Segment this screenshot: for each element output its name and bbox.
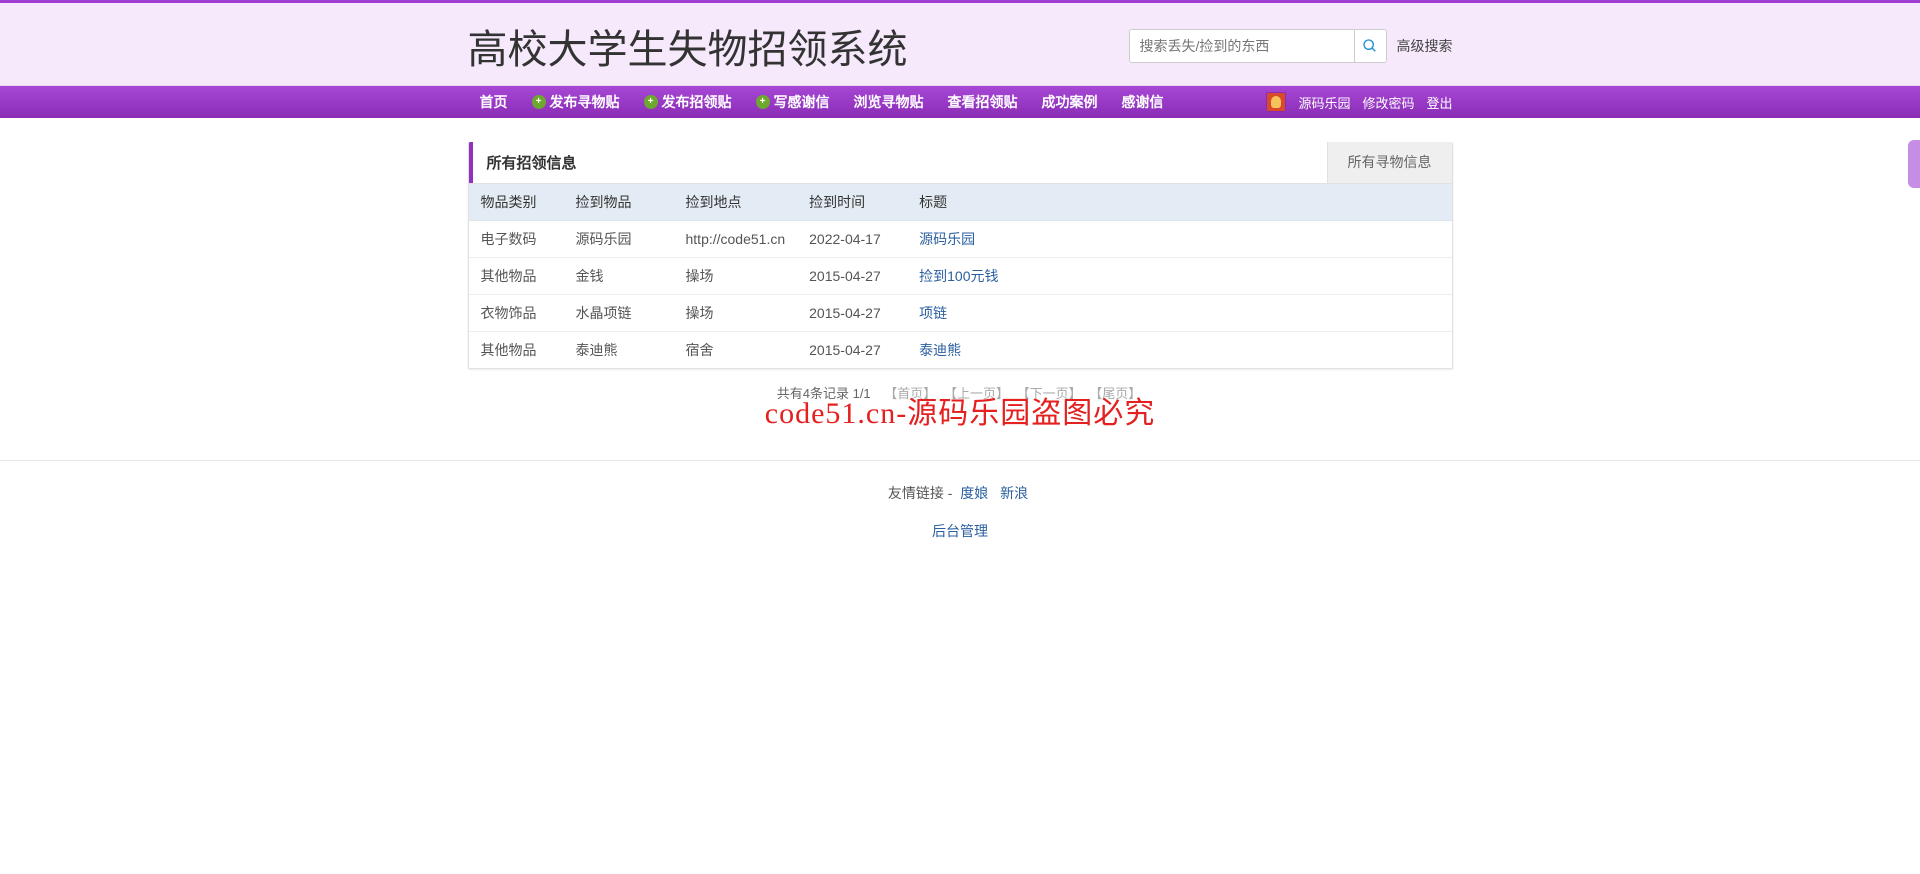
nav-label: 查看招领贴 [948,92,1018,112]
footer: 友情链接 - 度娘 新浪 后台管理 [0,461,1920,563]
found-table: 物品类别 捡到物品 捡到地点 捡到时间 标题 电子数码 源码乐园 http://… [469,184,1452,368]
footer-admin-link[interactable]: 后台管理 [932,523,988,539]
nav-browse-found[interactable]: 查看招领贴 [936,86,1030,118]
cell-item: 泰迪熊 [564,332,674,369]
nav-browse-lost[interactable]: 浏览寻物贴 [842,86,936,118]
table-row: 电子数码 源码乐园 http://code51.cn 2022-04-17 源码… [469,221,1452,258]
cell-time: 2015-04-27 [797,295,907,332]
nav-label: 发布寻物贴 [550,92,620,112]
th-title: 标题 [907,184,1451,221]
nav-post-lost[interactable]: + 发布寻物贴 [520,86,632,118]
change-password-link[interactable]: 修改密码 [1362,93,1414,112]
pagination-last[interactable]: 【尾页】 [1089,386,1141,401]
avatar [1266,92,1286,112]
cell-category: 电子数码 [469,221,564,258]
table-row: 其他物品 泰迪熊 宿舍 2015-04-27 泰迪熊 [469,332,1452,369]
cell-location: 宿舍 [674,332,798,369]
panel-tab-lost[interactable]: 所有寻物信息 [1327,142,1452,183]
site-title: 高校大学生失物招领系统 [468,17,908,75]
th-location: 捡到地点 [674,184,798,221]
search-button[interactable] [1354,30,1386,62]
search-input[interactable] [1130,30,1354,62]
nav-home[interactable]: 首页 [468,86,520,118]
pagination: 共有4条记录 1/1 【首页】 【上一页】 【下一页】 【尾页】 [468,369,1453,416]
cell-location: http://code51.cn [674,221,798,258]
nav-write-thanks[interactable]: + 写感谢信 [744,86,842,118]
cell-title-link[interactable]: 项链 [919,305,947,321]
search-group: 高级搜索 [1129,29,1453,63]
cell-title-link[interactable]: 泰迪熊 [919,342,961,358]
username-link[interactable]: 源码乐园 [1298,93,1350,112]
nav-label: 首页 [480,92,508,112]
pagination-next[interactable]: 【下一页】 [1017,386,1082,401]
table-row: 衣物饰品 水晶项链 操场 2015-04-27 项链 [469,295,1452,332]
th-item: 捡到物品 [564,184,674,221]
cell-item: 水晶项链 [564,295,674,332]
footer-link-baidu[interactable]: 度娘 [960,485,988,501]
pagination-summary: 共有4条记录 1/1 [777,386,871,401]
cell-item: 金钱 [564,258,674,295]
main-nav: 首页 +发布寻物贴 +发布招领贴 +写感谢信 浏览寻物贴 查看招领贴 成功案例 … [0,86,1920,118]
search-icon [1362,38,1378,54]
cell-title-link[interactable]: 源码乐园 [919,231,975,247]
cell-item: 源码乐园 [564,221,674,258]
cell-category: 其他物品 [469,258,564,295]
search-box [1129,29,1387,63]
nav-label: 浏览寻物贴 [854,92,924,112]
header: 高校大学生失物招领系统 高级搜索 [0,3,1920,86]
logout-link[interactable]: 登出 [1426,93,1452,112]
cell-category: 衣物饰品 [469,295,564,332]
nav-label: 写感谢信 [774,92,830,112]
cell-location: 操场 [674,258,798,295]
footer-link-sina[interactable]: 新浪 [1000,485,1028,501]
cell-category: 其他物品 [469,332,564,369]
panel-title: 所有招领信息 [469,142,1327,183]
plus-icon: + [756,95,770,109]
pagination-first[interactable]: 【首页】 [884,386,936,401]
table-row: 其他物品 金钱 操场 2015-04-27 捡到100元钱 [469,258,1452,295]
cell-title-link[interactable]: 捡到100元钱 [919,268,998,284]
footer-links-label: 友情链接 - [888,485,953,501]
nav-thanks-letters[interactable]: 感谢信 [1110,86,1176,118]
nav-post-found[interactable]: + 发布招领贴 [632,86,744,118]
th-category: 物品类别 [469,184,564,221]
cell-time: 2022-04-17 [797,221,907,258]
found-panel: 所有招领信息 所有寻物信息 物品类别 捡到物品 捡到地点 捡到时间 标题 电子数… [468,142,1453,369]
cell-location: 操场 [674,295,798,332]
right-side-handle[interactable] [1908,140,1920,188]
nav-right: 源码乐园 修改密码 登出 [1266,86,1452,118]
plus-icon: + [644,95,658,109]
nav-label: 发布招领贴 [662,92,732,112]
nav-left: 首页 +发布寻物贴 +发布招领贴 +写感谢信 浏览寻物贴 查看招领贴 成功案例 … [468,86,1176,118]
cell-time: 2015-04-27 [797,258,907,295]
nav-success-cases[interactable]: 成功案例 [1030,86,1110,118]
th-time: 捡到时间 [797,184,907,221]
advanced-search-link[interactable]: 高级搜索 [1397,36,1453,56]
nav-label: 成功案例 [1042,92,1098,112]
nav-label: 感谢信 [1122,92,1164,112]
pagination-prev[interactable]: 【上一页】 [944,386,1009,401]
plus-icon: + [532,95,546,109]
cell-time: 2015-04-27 [797,332,907,369]
